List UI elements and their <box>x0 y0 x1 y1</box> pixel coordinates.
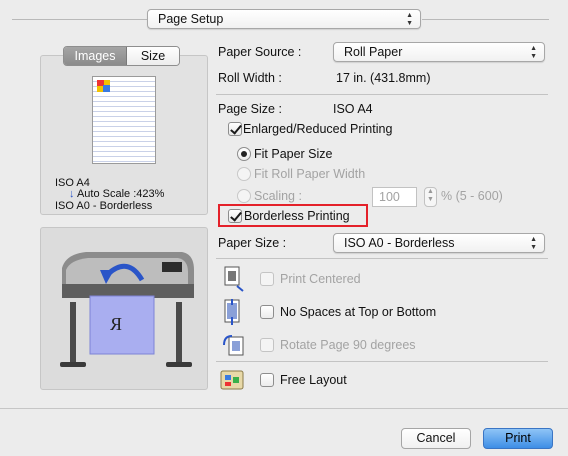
print-centered-checkbox[interactable] <box>260 272 274 286</box>
scaling-radio[interactable] <box>237 189 251 203</box>
enlarged-reduced-label: Enlarged/Reduced Printing <box>243 122 393 136</box>
paper-size-popup[interactable]: ISO A0 - Borderless ▲ ▼ <box>333 233 545 253</box>
bottom-separator <box>0 408 568 409</box>
top-separator-left <box>12 19 148 20</box>
fit-roll-width-radio[interactable] <box>237 167 251 181</box>
top-separator-right <box>422 19 549 20</box>
roll-width-value: 17 in. (431.8mm) <box>336 71 431 85</box>
fit-paper-size-label: Fit Paper Size <box>254 147 333 161</box>
printer-illustration-icon: R <box>60 252 194 367</box>
page-setup-label: Page Setup <box>158 12 224 26</box>
page-setup-popup[interactable]: Page Setup ▲ ▼ <box>147 9 421 29</box>
borderless-label: Borderless Printing <box>244 209 350 223</box>
rotate-page-checkbox[interactable] <box>260 338 274 352</box>
divider <box>216 94 548 95</box>
borderless-checkbox[interactable] <box>228 209 242 223</box>
popup-arrows-icon: ▲ ▼ <box>530 236 537 251</box>
free-layout-checkbox[interactable] <box>260 373 274 387</box>
rotate-page-label: Rotate Page 90 degrees <box>280 338 416 352</box>
thumbnail-image-icon <box>97 80 110 92</box>
page-size-value: ISO A4 <box>333 102 373 116</box>
divider <box>216 258 548 259</box>
scaling-label: Scaling : <box>254 189 302 203</box>
print-centered-icon <box>224 266 244 292</box>
paper-size-label: Paper Size : <box>218 236 287 250</box>
scaling-stepper[interactable]: ▲ ▼ <box>424 187 437 207</box>
tab-images[interactable]: Images <box>64 47 127 65</box>
popup-arrows-icon: ▲ ▼ <box>406 12 413 27</box>
no-spaces-icon <box>224 299 240 325</box>
paper-source-label: Paper Source : <box>218 45 302 59</box>
paper-source-value: Roll Paper <box>344 45 403 59</box>
print-centered-label: Print Centered <box>280 272 361 286</box>
rotate-page-icon <box>223 335 244 356</box>
print-button[interactable]: Print <box>483 428 553 449</box>
page-size-label: Page Size : <box>218 102 282 116</box>
paper-source-popup[interactable]: Roll Paper ▲ ▼ <box>333 42 545 62</box>
no-spaces-checkbox[interactable] <box>260 305 274 319</box>
enlarged-reduced-checkbox[interactable] <box>228 122 242 136</box>
preview-tabs: Images Size <box>63 46 180 66</box>
fit-paper-size-radio[interactable] <box>237 147 251 161</box>
free-layout-icon <box>220 370 244 390</box>
cancel-button[interactable]: Cancel <box>401 428 471 449</box>
roll-width-label: Roll Width : <box>218 71 282 85</box>
printer-output-glyph: R <box>110 314 122 334</box>
preview-output-size: ISO A0 - Borderless <box>55 200 153 212</box>
scaling-input[interactable]: 100 <box>372 187 417 207</box>
popup-arrows-icon: ▲ ▼ <box>530 45 537 60</box>
divider <box>216 361 548 362</box>
fit-roll-width-label: Fit Roll Paper Width <box>254 167 366 181</box>
free-layout-label: Free Layout <box>280 373 347 387</box>
scaling-range: % (5 - 600) <box>441 189 503 203</box>
no-spaces-label: No Spaces at Top or Bottom <box>280 305 437 319</box>
tab-size[interactable]: Size <box>127 47 179 65</box>
page-thumbnail <box>92 76 156 164</box>
paper-size-value: ISO A0 - Borderless <box>344 236 455 250</box>
